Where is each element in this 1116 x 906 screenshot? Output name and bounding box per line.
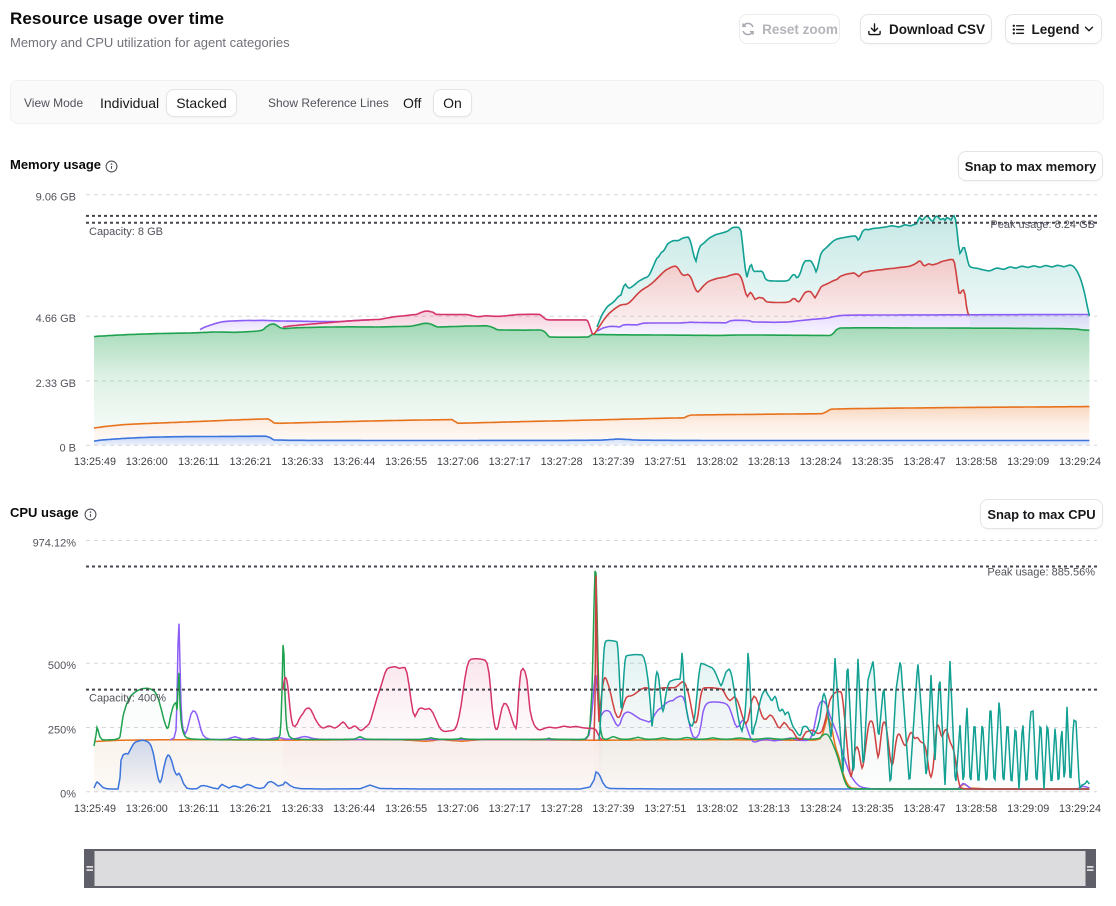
svg-text:13:27:17: 13:27:17: [489, 456, 531, 468]
svg-text:13:26:21: 13:26:21: [229, 803, 271, 815]
svg-text:9.06 GB: 9.06 GB: [36, 192, 76, 204]
svg-text:Peak usage: 8.24 GB: Peak usage: 8.24 GB: [990, 219, 1095, 231]
svg-text:0 B: 0 B: [59, 442, 76, 454]
svg-text:13:28:24: 13:28:24: [800, 456, 842, 468]
svg-text:13:26:11: 13:26:11: [178, 456, 219, 468]
svg-text:13:28:35: 13:28:35: [852, 803, 894, 815]
svg-text:250%: 250%: [48, 725, 76, 737]
svg-text:13:27:51: 13:27:51: [644, 803, 686, 815]
svg-text:13:27:28: 13:27:28: [541, 456, 583, 468]
svg-text:13:29:24: 13:29:24: [1059, 803, 1101, 815]
svg-text:13:26:33: 13:26:33: [281, 803, 323, 815]
svg-text:13:28:47: 13:28:47: [903, 456, 945, 468]
svg-text:13:26:33: 13:26:33: [281, 456, 323, 468]
svg-text:13:28:24: 13:28:24: [800, 803, 842, 815]
svg-text:13:26:00: 13:26:00: [126, 803, 168, 815]
svg-text:13:27:06: 13:27:06: [437, 456, 479, 468]
svg-text:13:29:09: 13:29:09: [1007, 456, 1049, 468]
svg-text:13:28:58: 13:28:58: [955, 456, 997, 468]
svg-text:13:27:51: 13:27:51: [644, 456, 686, 468]
svg-text:974.12%: 974.12%: [33, 538, 77, 550]
svg-text:0%: 0%: [60, 789, 76, 801]
svg-text:13:27:28: 13:27:28: [541, 803, 583, 815]
svg-text:500%: 500%: [48, 660, 76, 672]
svg-text:13:26:11: 13:26:11: [178, 803, 219, 815]
svg-text:13:28:02: 13:28:02: [696, 456, 738, 468]
svg-text:13:25:49: 13:25:49: [74, 803, 116, 815]
svg-text:Capacity: 8 GB: Capacity: 8 GB: [89, 226, 163, 238]
svg-text:13:26:21: 13:26:21: [229, 456, 271, 468]
svg-text:13:28:58: 13:28:58: [955, 803, 997, 815]
svg-text:4.66 GB: 4.66 GB: [36, 313, 76, 325]
svg-text:13:27:06: 13:27:06: [437, 803, 479, 815]
svg-text:13:26:00: 13:26:00: [126, 456, 168, 468]
svg-text:13:28:13: 13:28:13: [748, 456, 790, 468]
svg-text:13:28:02: 13:28:02: [696, 803, 738, 815]
svg-text:13:29:24: 13:29:24: [1059, 456, 1101, 468]
svg-text:13:29:09: 13:29:09: [1007, 803, 1049, 815]
svg-text:13:28:47: 13:28:47: [903, 803, 945, 815]
svg-text:13:28:13: 13:28:13: [748, 803, 790, 815]
svg-text:13:26:55: 13:26:55: [385, 803, 427, 815]
svg-text:2.33 GB: 2.33 GB: [36, 378, 76, 390]
svg-text:13:26:44: 13:26:44: [333, 803, 375, 815]
svg-text:13:27:17: 13:27:17: [489, 803, 531, 815]
svg-text:13:25:49: 13:25:49: [74, 456, 116, 468]
svg-text:13:26:55: 13:26:55: [385, 456, 427, 468]
svg-text:13:27:39: 13:27:39: [592, 803, 634, 815]
svg-text:13:27:39: 13:27:39: [592, 456, 634, 468]
svg-text:13:26:44: 13:26:44: [333, 456, 375, 468]
svg-text:Capacity: 400%: Capacity: 400%: [89, 693, 166, 705]
svg-text:Peak usage: 885.56%: Peak usage: 885.56%: [987, 567, 1095, 579]
svg-text:13:28:35: 13:28:35: [852, 456, 894, 468]
